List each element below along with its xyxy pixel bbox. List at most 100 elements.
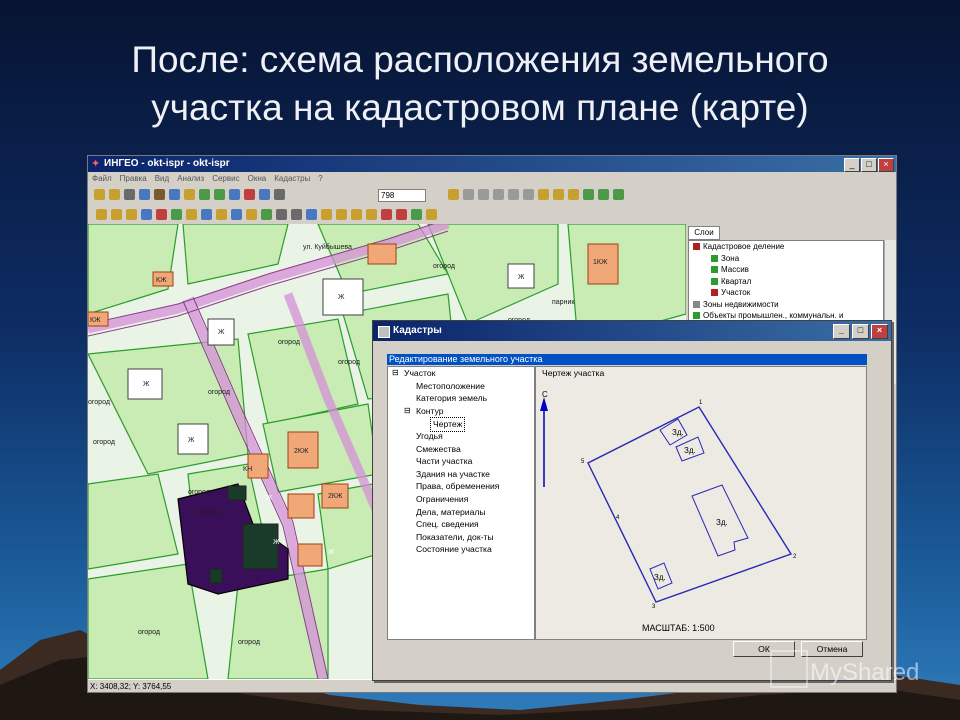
cancel-button[interactable]: Отмена xyxy=(801,641,863,657)
layer-item[interactable]: Кадастровое деление xyxy=(689,241,883,253)
tool-e-icon[interactable] xyxy=(598,189,609,200)
dialog-controls: _ □ × xyxy=(833,324,888,339)
pointer-icon[interactable] xyxy=(169,189,180,200)
window-titlebar[interactable]: ✦ ИНГЕО - okt-ispr - okt-ispr _ □ × xyxy=(88,156,896,172)
hand-icon[interactable] xyxy=(184,189,195,200)
layers-tab[interactable]: Слои xyxy=(688,226,720,240)
zoom-out-icon[interactable] xyxy=(214,189,225,200)
zoom-in-icon[interactable] xyxy=(199,189,210,200)
dialog-minimize-button[interactable]: _ xyxy=(833,324,850,339)
tree-item[interactable]: Чертеж xyxy=(388,417,534,432)
refresh-icon[interactable] xyxy=(259,189,270,200)
tree-item[interactable]: Смежества xyxy=(388,443,534,456)
tree-item-label: Права, обременения xyxy=(416,481,500,492)
print-icon[interactable] xyxy=(124,189,135,200)
menu-file[interactable]: Файл xyxy=(92,172,112,186)
layer-item[interactable]: Зона xyxy=(689,253,883,265)
draw-symbol-icon[interactable] xyxy=(156,209,167,220)
merge-icon[interactable] xyxy=(246,209,257,220)
draw-polygon-icon[interactable] xyxy=(126,209,137,220)
tree-item[interactable]: Ограничения xyxy=(388,493,534,506)
dialog-maximize-button[interactable]: □ xyxy=(852,324,869,339)
tree-item[interactable]: Состояние участка xyxy=(388,543,534,556)
delete-icon[interactable] xyxy=(493,189,504,200)
tree-item[interactable]: Права, обременения xyxy=(388,480,534,493)
minimize-button[interactable]: _ xyxy=(844,158,860,172)
tree-item-label: Показатели, док-ты xyxy=(416,531,494,542)
building-tool-icon[interactable] xyxy=(411,209,422,220)
slide-title-line2: участка на кадастровом плане (карте) xyxy=(151,87,809,128)
collapse-icon[interactable]: ⊟ xyxy=(404,405,411,418)
tree-item[interactable]: Спец. сведения xyxy=(388,518,534,531)
status-coordinates: X: 3408,32; Y: 3764,55 xyxy=(90,682,172,691)
tree-item[interactable]: ⊟ Участок xyxy=(388,367,534,380)
maximize-button[interactable]: □ xyxy=(861,158,877,172)
menu-cadastre[interactable]: Кадастры xyxy=(274,172,310,186)
undo-icon[interactable] xyxy=(508,189,519,200)
boundary-tool-icon[interactable] xyxy=(426,209,437,220)
dialog-close-button[interactable]: × xyxy=(871,324,888,339)
split-icon[interactable] xyxy=(231,209,242,220)
layer-item[interactable]: Зоны недвижимости xyxy=(689,299,883,311)
find-icon[interactable] xyxy=(139,189,150,200)
tree-item[interactable]: ⊟ Контур xyxy=(388,405,534,418)
parcel-tool-icon[interactable] xyxy=(396,209,407,220)
measure-icon[interactable] xyxy=(276,209,287,220)
tree-item[interactable]: Здания на участке xyxy=(388,468,534,481)
tool-d-icon[interactable] xyxy=(583,189,594,200)
zoom-all-icon[interactable] xyxy=(244,189,255,200)
move-icon[interactable] xyxy=(336,209,347,220)
zoom-window-icon[interactable] xyxy=(229,189,240,200)
scale-icon[interactable] xyxy=(366,209,377,220)
rotate-icon[interactable] xyxy=(351,209,362,220)
layers-icon[interactable] xyxy=(274,189,285,200)
tree-item-label: Угодья xyxy=(416,430,443,441)
edit-icon[interactable] xyxy=(448,189,459,200)
tool-a-icon[interactable] xyxy=(538,189,549,200)
map-label: огород xyxy=(93,439,115,446)
layer-item[interactable]: Участок xyxy=(689,287,883,299)
dialog-titlebar[interactable]: Кадастры _ □ × xyxy=(373,321,891,341)
menu-help[interactable]: ? xyxy=(318,172,322,186)
tree-item[interactable]: Местоположение xyxy=(388,380,534,393)
collapse-icon[interactable]: ⊟ xyxy=(392,367,399,380)
draw-point-icon[interactable] xyxy=(96,209,107,220)
tree-item[interactable]: Дела, материалы xyxy=(388,506,534,519)
menu-view[interactable]: Вид xyxy=(155,172,169,186)
menu-analysis[interactable]: Анализ xyxy=(177,172,204,186)
tree-item[interactable]: Угодья xyxy=(388,430,534,443)
close-button[interactable]: × xyxy=(878,158,894,172)
arrow-select-icon[interactable] xyxy=(306,209,317,220)
vertex-label-4: 4 xyxy=(616,515,620,521)
layer-item[interactable]: Массив xyxy=(689,264,883,276)
draw-arc-icon[interactable] xyxy=(186,209,197,220)
snap-icon[interactable] xyxy=(261,209,272,220)
map-label: огород xyxy=(208,389,230,396)
menu-service[interactable]: Сервис xyxy=(212,172,239,186)
copy-icon[interactable] xyxy=(154,189,165,200)
tree-item[interactable]: Категория земель xyxy=(388,392,534,405)
draw-rect-icon[interactable] xyxy=(201,209,212,220)
zoom-input[interactable]: 798 xyxy=(378,189,426,202)
menu-windows[interactable]: Окна xyxy=(248,172,267,186)
redo-icon[interactable] xyxy=(523,189,534,200)
node-icon[interactable] xyxy=(216,209,227,220)
tool-c-icon[interactable] xyxy=(568,189,579,200)
tool-b-icon[interactable] xyxy=(553,189,564,200)
save-icon[interactable] xyxy=(109,189,120,200)
tree-item[interactable]: Части участка xyxy=(388,455,534,468)
cadastre-tool-icon[interactable] xyxy=(381,209,392,220)
layer-item[interactable]: Квартал xyxy=(689,276,883,288)
cut-icon[interactable] xyxy=(463,189,474,200)
edit-node-icon[interactable] xyxy=(321,209,332,220)
open-icon[interactable] xyxy=(94,189,105,200)
draw-line-icon[interactable] xyxy=(111,209,122,220)
tool-f-icon[interactable] xyxy=(613,189,624,200)
draw-text-icon[interactable] xyxy=(141,209,152,220)
draw-area-icon[interactable] xyxy=(171,209,182,220)
menu-edit[interactable]: Правка xyxy=(120,172,147,186)
parcel-tree[interactable]: ⊟ Участок Местоположение Категория земель ⊟ К… xyxy=(387,366,535,640)
select-icon[interactable] xyxy=(291,209,302,220)
paste-icon[interactable] xyxy=(478,189,489,200)
tree-item[interactable]: Показатели, док-ты xyxy=(388,531,534,544)
